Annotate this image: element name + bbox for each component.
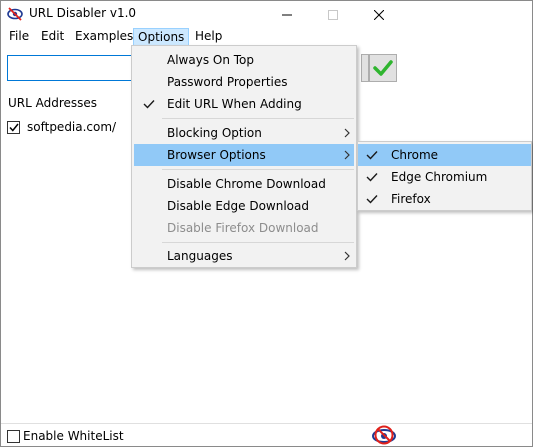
add-button[interactable] — [361, 54, 369, 82]
confirm-button[interactable] — [369, 54, 397, 82]
menu-item-label: Edge Chromium — [391, 170, 488, 184]
menu-item-password-properties[interactable]: Password Properties — [134, 71, 354, 93]
menu-item-label: Disable Edge Download — [167, 199, 309, 213]
submenu-item-chrome[interactable]: Chrome — [358, 144, 531, 166]
check-icon — [8, 123, 19, 132]
chevron-right-icon — [344, 150, 350, 160]
minimize-icon — [282, 14, 292, 15]
menu-item-languages[interactable]: Languages — [134, 245, 354, 267]
menu-item-label: Edit URL When Adding — [167, 97, 302, 111]
whitelist-label: Enable WhiteList — [23, 429, 124, 443]
maximize-icon — [328, 9, 338, 20]
menu-separator — [162, 169, 354, 170]
list-item[interactable]: softpedia.com/ — [7, 118, 116, 136]
menu-item-label: Languages — [167, 249, 233, 263]
menu-item-label: Chrome — [391, 148, 439, 162]
check-icon — [366, 195, 378, 204]
check-icon — [366, 151, 378, 160]
options-menu: Always On Top Password Properties Edit U… — [131, 45, 357, 268]
title-bar[interactable]: URL Disabler v1.0 — [1, 1, 532, 28]
close-button[interactable] — [356, 1, 402, 28]
column-header-url-addresses[interactable]: URL Addresses — [8, 96, 97, 110]
menu-item-browser-options[interactable]: Browser Options — [134, 144, 354, 166]
check-icon — [366, 173, 378, 182]
status-bar: Enable WhiteList — [1, 423, 532, 446]
menu-file[interactable]: File — [5, 28, 33, 47]
menu-item-disable-edge-download[interactable]: Disable Edge Download — [134, 195, 354, 217]
menu-item-label: Always On Top — [167, 53, 254, 67]
menu-item-label: Password Properties — [167, 75, 288, 89]
check-icon — [143, 100, 155, 109]
url-label: softpedia.com/ — [27, 120, 117, 134]
menu-item-label: Disable Firefox Download — [167, 221, 319, 235]
menu-item-label: Blocking Option — [167, 126, 262, 140]
menu-item-disable-firefox-download: Disable Firefox Download — [134, 217, 354, 239]
menu-item-label: Browser Options — [167, 148, 266, 162]
menu-edit[interactable]: Edit — [37, 28, 68, 47]
window-title: URL Disabler v1.0 — [29, 6, 137, 20]
checkmark-icon — [373, 60, 393, 76]
menu-separator — [162, 118, 354, 119]
menu-item-label: Disable Chrome Download — [167, 177, 326, 191]
browser-options-submenu: Chrome Edge Chromium Firefox — [357, 141, 532, 211]
chevron-right-icon — [344, 251, 350, 261]
menu-item-label: Firefox — [391, 192, 431, 206]
close-icon — [374, 9, 384, 20]
eye-blocked-icon — [372, 425, 396, 445]
whitelist-toggle[interactable]: Enable WhiteList — [7, 429, 124, 443]
menu-examples[interactable]: Examples — [71, 28, 137, 47]
eye-blocked-icon — [7, 7, 23, 21]
submenu-item-firefox[interactable]: Firefox — [358, 188, 531, 210]
url-input[interactable] — [7, 55, 135, 81]
menu-separator — [162, 242, 354, 243]
submenu-item-edge-chromium[interactable]: Edge Chromium — [358, 166, 531, 188]
maximize-button[interactable] — [310, 1, 356, 28]
url-checkbox[interactable] — [7, 120, 20, 134]
menu-item-always-on-top[interactable]: Always On Top — [134, 49, 354, 71]
minimize-button[interactable] — [264, 1, 310, 28]
menu-item-blocking-option[interactable]: Blocking Option — [134, 122, 354, 144]
whitelist-checkbox[interactable] — [7, 429, 20, 443]
chevron-right-icon — [344, 128, 350, 138]
menu-item-edit-url-when-adding[interactable]: Edit URL When Adding — [134, 93, 354, 115]
menu-item-disable-chrome-download[interactable]: Disable Chrome Download — [134, 173, 354, 195]
